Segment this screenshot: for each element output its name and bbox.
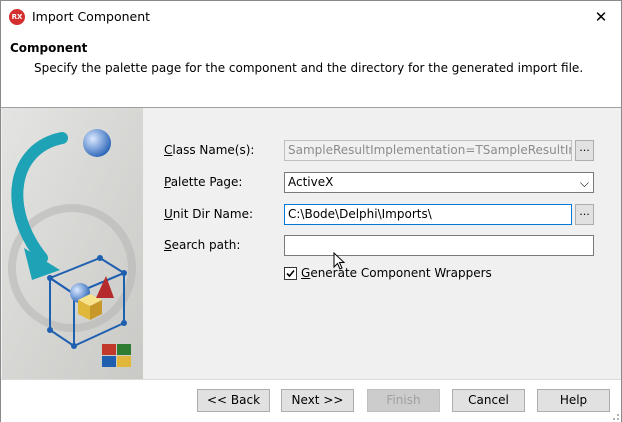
palette-page-label: Palette Page:: [164, 175, 243, 189]
app-icon: RX: [9, 9, 25, 25]
palette-page-select[interactable]: ActiveX ⌵: [284, 172, 594, 193]
wizard-header: Component Specify the palette page for t…: [1, 33, 621, 108]
unit-dir-input[interactable]: C:\Bode\Delphi\Imports\: [284, 204, 572, 225]
help-button[interactable]: Help: [537, 389, 610, 412]
resize-grip-icon[interactable]: [610, 411, 620, 421]
class-name-browse-button[interactable]: ...: [575, 140, 594, 161]
wizard-body: Class Name(s): SampleResultImplementatio…: [1, 108, 621, 379]
title-bar: RX Import Component ✕: [1, 1, 621, 33]
generate-wrappers-checkbox[interactable]: [284, 267, 297, 280]
window-title: Import Component: [32, 9, 151, 24]
header-description: Specify the palette page for the compone…: [34, 61, 584, 75]
close-button[interactable]: ✕: [581, 1, 621, 33]
close-icon: ✕: [594, 8, 608, 26]
button-bar: << Back Next >> Finish Cancel Help: [1, 379, 621, 422]
header-title: Component: [10, 41, 88, 55]
next-button[interactable]: Next >>: [281, 389, 354, 412]
mouse-cursor-icon: [333, 252, 345, 270]
cancel-button[interactable]: Cancel: [452, 389, 525, 412]
chevron-down-icon: ⌵: [579, 176, 589, 190]
class-name-label: Class Name(s):: [164, 143, 255, 157]
back-button[interactable]: << Back: [197, 389, 270, 412]
import-component-dialog: RX Import Component ✕ Component Specify …: [0, 0, 622, 422]
unit-dir-browse-button[interactable]: ...: [575, 204, 594, 225]
wizard-illustration: [2, 108, 143, 379]
generate-wrappers-label[interactable]: Generate Component Wrappers: [301, 266, 492, 280]
class-name-field[interactable]: SampleResultImplementation=TSampleResult…: [284, 140, 572, 161]
finish-button[interactable]: Finish: [367, 389, 440, 412]
checkmark-icon: [286, 269, 295, 278]
search-path-label: Search path:: [164, 238, 241, 252]
unit-dir-label: Unit Dir Name:: [164, 207, 254, 221]
search-path-input[interactable]: [284, 235, 594, 256]
palette-page-value: ActiveX: [288, 175, 334, 189]
